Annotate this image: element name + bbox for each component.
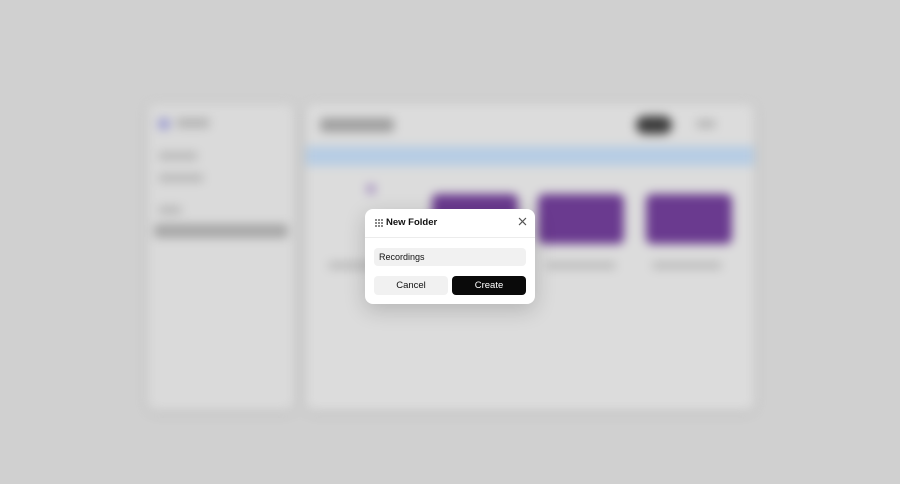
dialog-title: New Folder [386, 217, 438, 228]
background-nav-item-active [154, 224, 288, 238]
background-logo-icon [158, 118, 170, 130]
background-header-button [636, 116, 672, 134]
close-icon[interactable] [518, 217, 527, 226]
new-folder-dialog: New Folder Cancel Create [365, 209, 535, 304]
drag-handle-icon[interactable] [375, 219, 383, 227]
background-card-caption [652, 262, 722, 269]
background-nav-item [158, 206, 182, 214]
background-sidebar [148, 104, 294, 410]
background-page-title [320, 118, 394, 132]
background-header-item [696, 120, 716, 128]
create-button[interactable]: Create [452, 276, 526, 295]
background-nav-item [158, 174, 204, 182]
folder-name-input[interactable] [374, 248, 526, 266]
background-nav-item [158, 152, 198, 160]
background-folder-icon [366, 184, 376, 194]
background-card-caption [546, 262, 616, 269]
cancel-button[interactable]: Cancel [374, 276, 448, 295]
dialog-header: New Folder [365, 209, 535, 238]
app-stage: New Folder Cancel Create [0, 0, 900, 484]
background-video-thumbnail [538, 194, 624, 244]
background-video-thumbnail [646, 194, 732, 244]
background-banner [306, 146, 754, 166]
background-logo-text [176, 118, 210, 128]
